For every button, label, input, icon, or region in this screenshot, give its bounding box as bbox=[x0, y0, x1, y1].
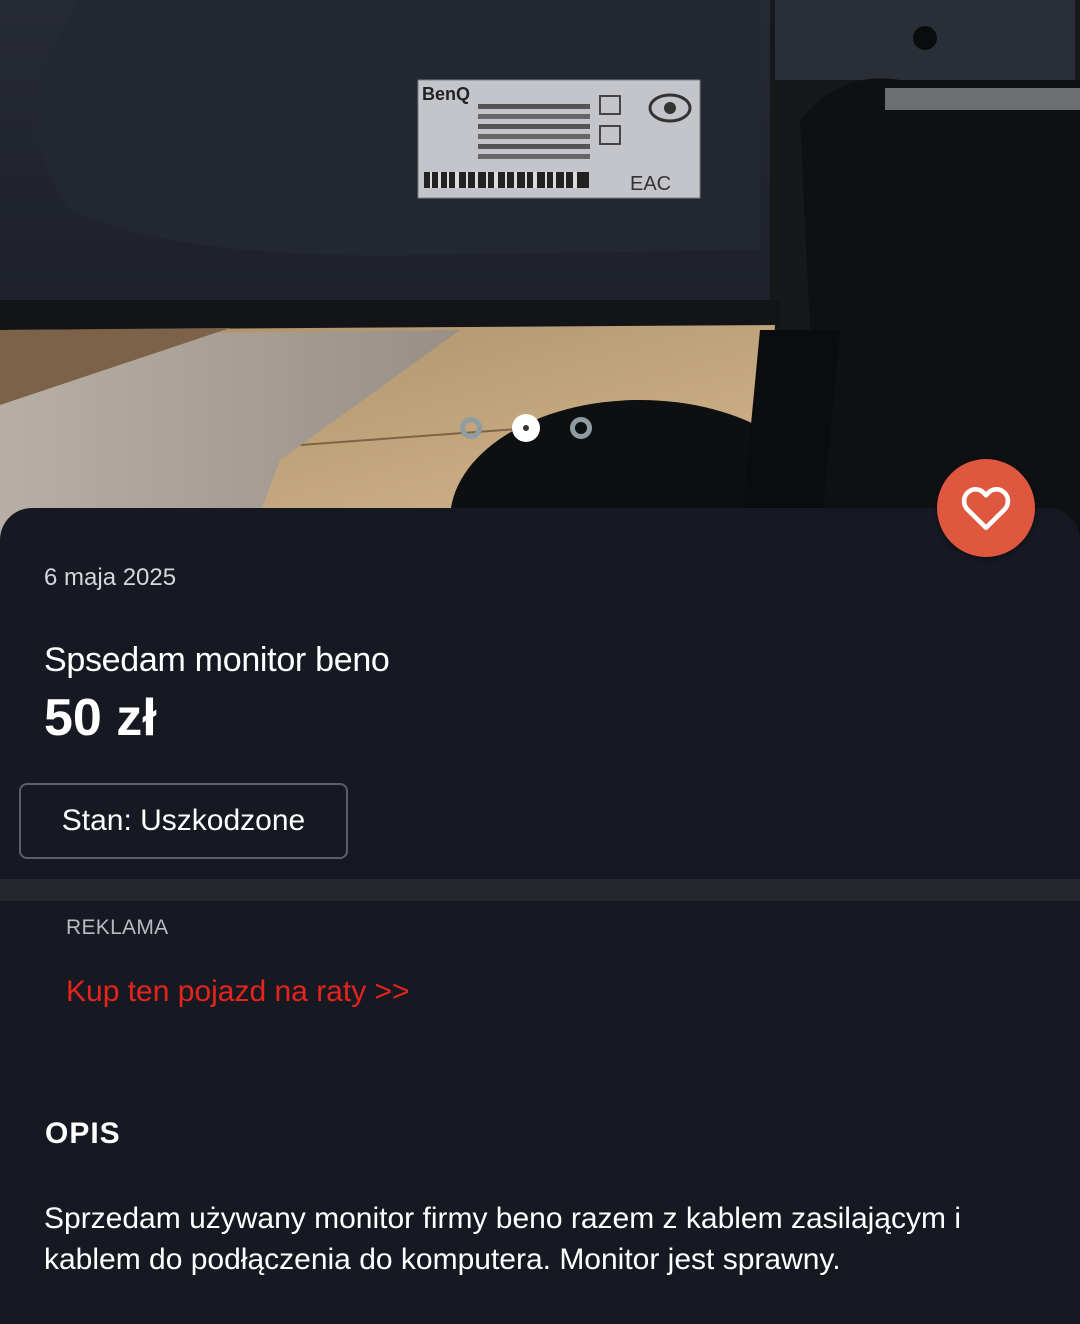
monitor-photo-image: BenQ EAC bbox=[0, 0, 1080, 540]
label-brand-text: BenQ bbox=[422, 84, 470, 104]
carousel-dot-2-active[interactable] bbox=[512, 414, 540, 442]
listing-photo[interactable]: BenQ EAC bbox=[0, 0, 1080, 540]
installment-ad-link[interactable]: Kup ten pojazd na raty >> bbox=[66, 975, 410, 1009]
listing-page: BenQ EAC 6 maja 2025 Spsedam monitor ben… bbox=[0, 0, 1080, 1324]
heart-outline-icon bbox=[961, 486, 1011, 531]
condition-chip: Stan: Uszkodzone bbox=[19, 783, 348, 859]
condition-label: Stan: Uszkodzone bbox=[61, 804, 306, 837]
label-certification-text: EAC bbox=[630, 173, 671, 195]
favorite-button[interactable] bbox=[937, 459, 1035, 557]
listing-date: 6 maja 2025 bbox=[44, 564, 177, 591]
description-text: Sprzedam używany monitor firmy beno raze… bbox=[44, 1202, 961, 1276]
ad-label: REKLAMA bbox=[66, 916, 169, 939]
listing-title: Spsedam monitor beno bbox=[44, 641, 390, 679]
carousel-dot-1[interactable] bbox=[460, 417, 482, 439]
section-divider bbox=[0, 879, 1080, 901]
listing-price: 50 zł bbox=[44, 689, 157, 747]
carousel-indicator bbox=[0, 414, 1080, 442]
description-heading: OPIS bbox=[45, 1117, 121, 1150]
carousel-dot-3[interactable] bbox=[570, 417, 592, 439]
